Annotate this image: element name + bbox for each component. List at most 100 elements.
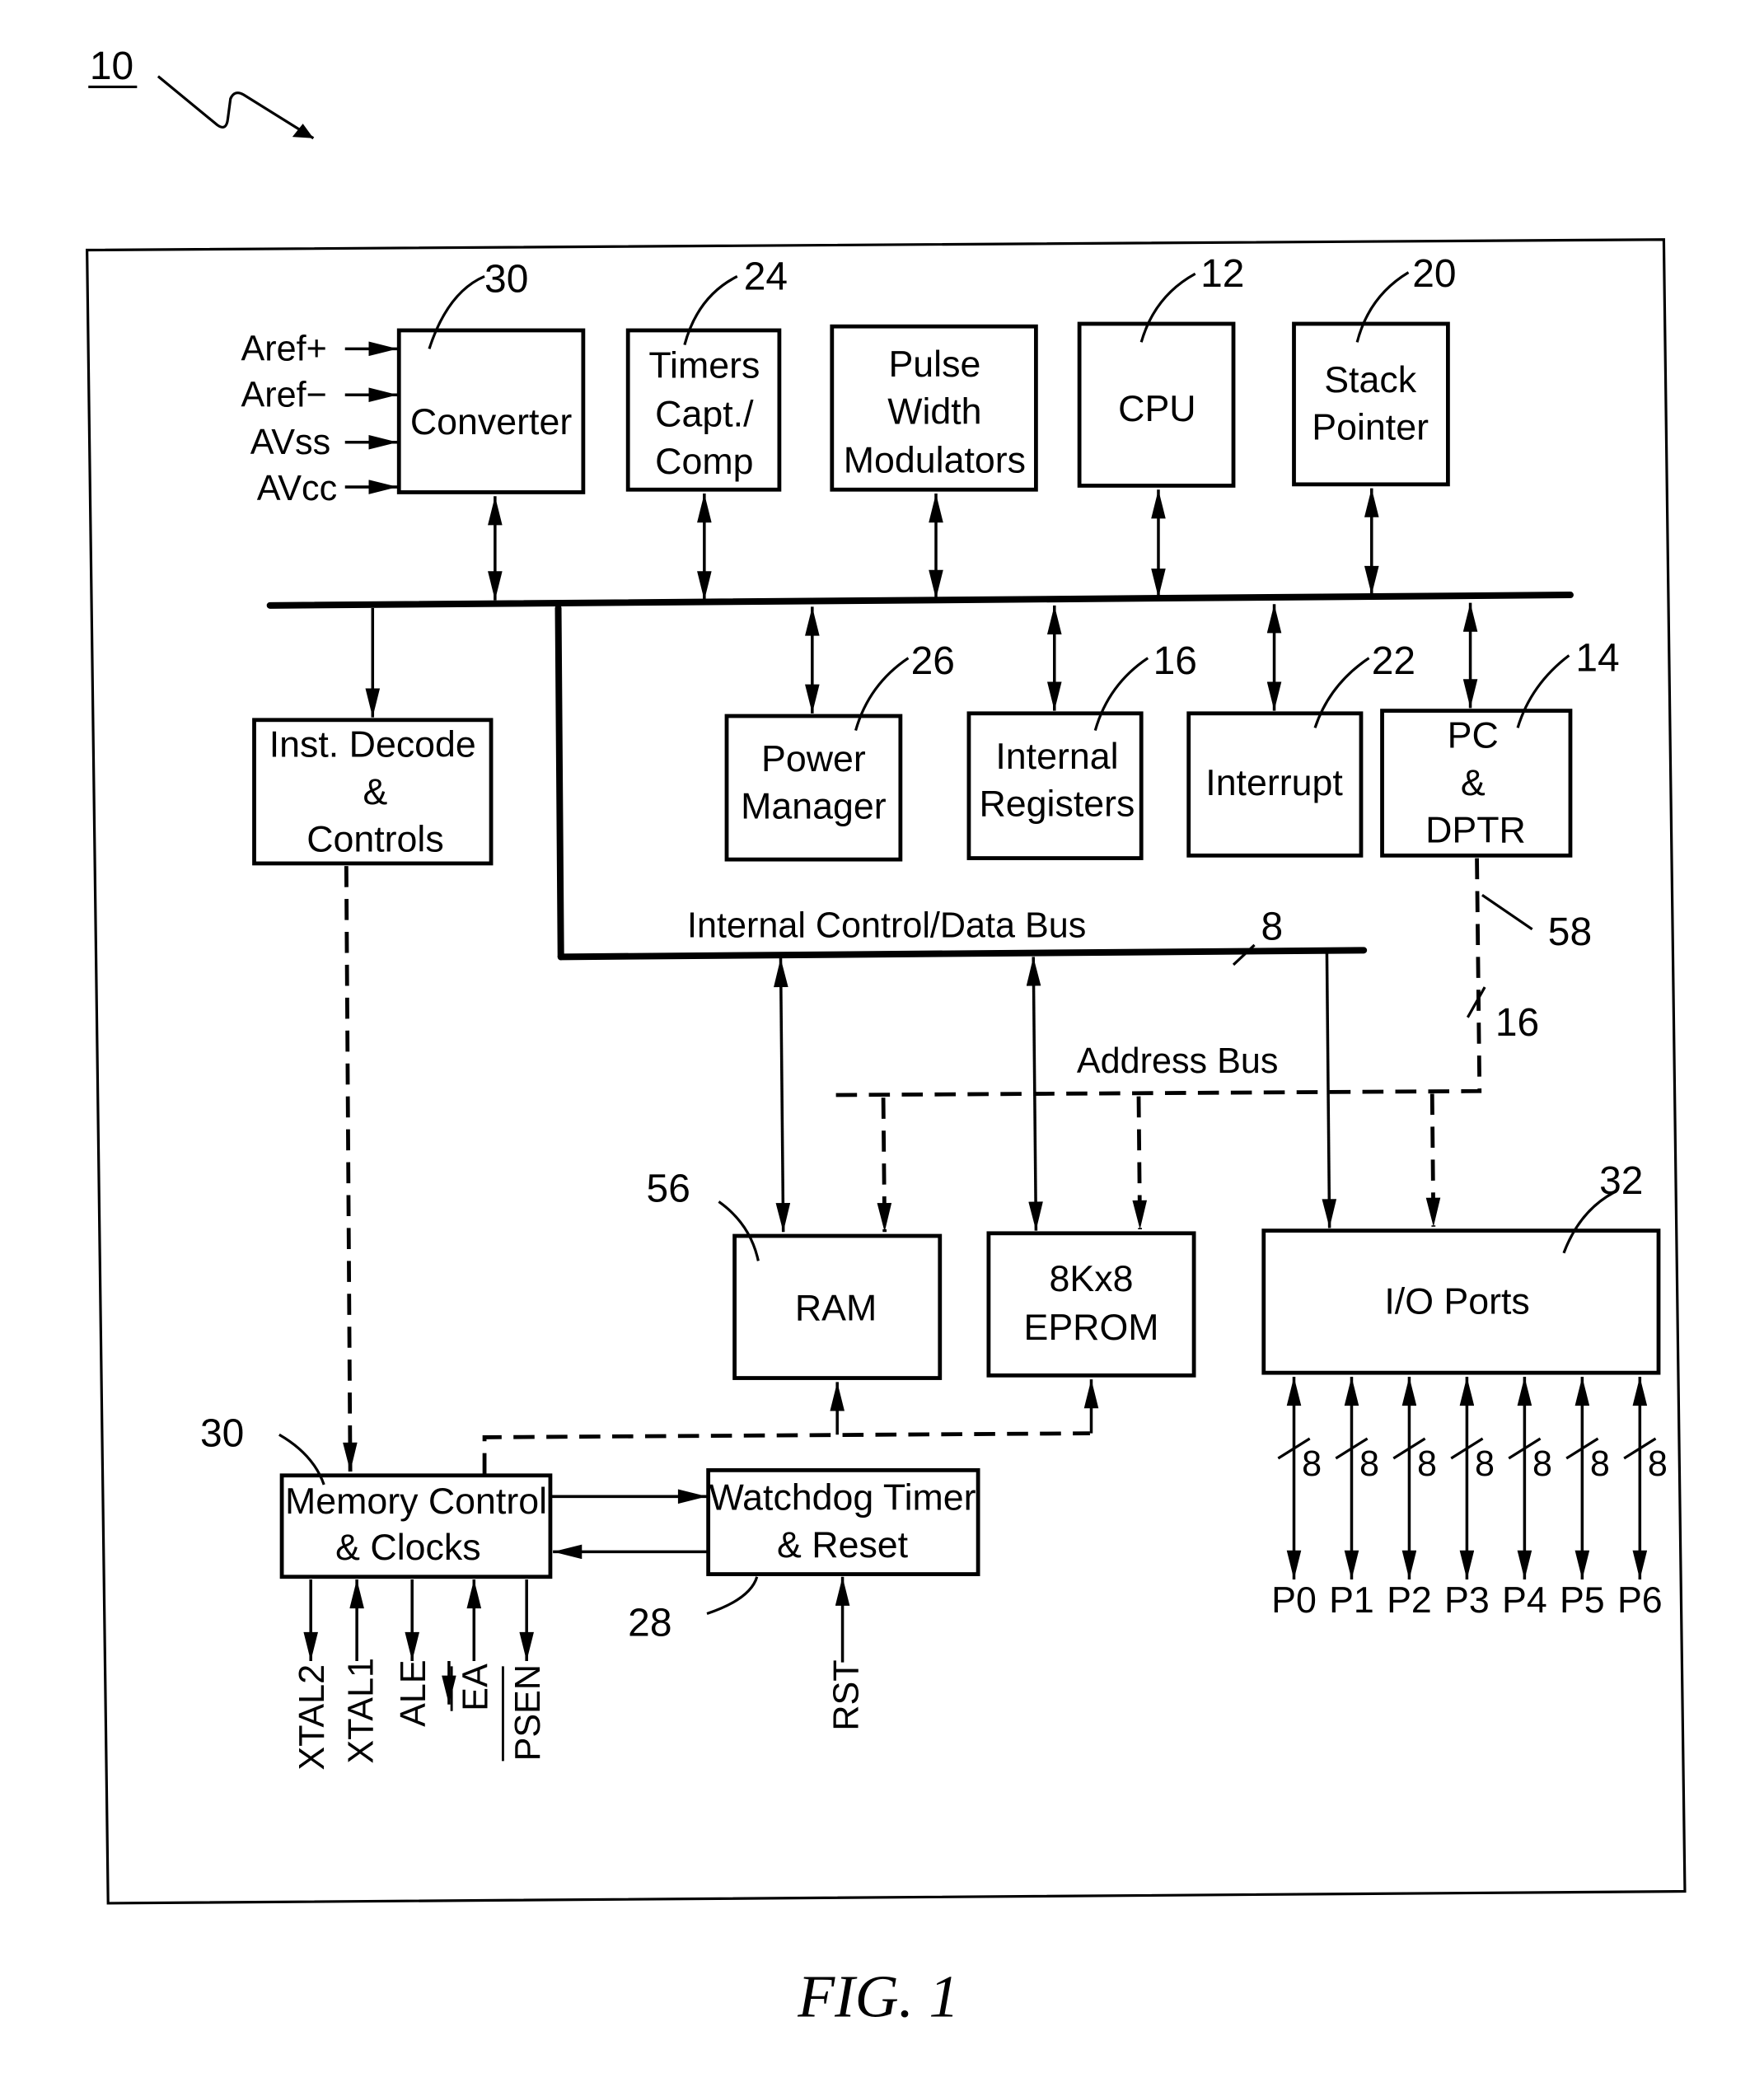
io-port-p5: 8 P5 — [1560, 1376, 1610, 1621]
svg-text:16: 16 — [1153, 639, 1197, 683]
svg-text:10: 10 — [90, 44, 133, 88]
svg-text:30: 30 — [200, 1412, 244, 1456]
svg-text:Stack: Stack — [1324, 360, 1416, 400]
svg-text:24: 24 — [744, 255, 788, 298]
io-port-p4: 8 P4 — [1502, 1376, 1552, 1621]
io-port-label: P4 — [1502, 1580, 1547, 1621]
svg-text:Aref+: Aref+ — [241, 330, 327, 369]
svg-text:PC: PC — [1448, 715, 1499, 756]
converter-block: Converter 30 — [396, 258, 586, 494]
svg-text:22: 22 — [1372, 639, 1415, 683]
svg-text:AVcc: AVcc — [257, 469, 337, 508]
eprom-block: 8Kx8 EPROM — [986, 1231, 1196, 1378]
svg-text:Pointer: Pointer — [1312, 408, 1429, 448]
svg-text:Converter: Converter — [410, 402, 572, 442]
io-port-width: 8 — [1590, 1444, 1610, 1484]
svg-text:Interrupt: Interrupt — [1205, 763, 1343, 803]
svg-text:Internal: Internal — [995, 737, 1118, 777]
io-port-lines: 8 P0 8 P1 8 P2 8 P3 8 P4 8 P5 8 P6 — [1271, 1376, 1668, 1621]
memctl-memory-link — [482, 1431, 1090, 1475]
io-port-p0: 8 P0 — [1271, 1376, 1322, 1621]
eprom-address-link — [1132, 1096, 1148, 1230]
svg-text:56: 56 — [647, 1167, 690, 1210]
pin-ale: ALE — [394, 1659, 433, 1727]
block-diagram: 10 Converter 30 Aref+ Aref− AVss AVcc Ti… — [86, 44, 1687, 2029]
svg-text:Modulators: Modulators — [844, 440, 1026, 480]
svg-text:14: 14 — [1575, 637, 1619, 681]
svg-text:Comp: Comp — [655, 442, 753, 482]
io-port-width: 8 — [1302, 1444, 1322, 1484]
address-bus-label: Address Bus — [1077, 1041, 1279, 1081]
svg-text:26: 26 — [911, 639, 955, 683]
svg-text:Memory Control: Memory Control — [285, 1481, 547, 1522]
svg-text:Controls: Controls — [306, 820, 444, 860]
io-port-label: P1 — [1329, 1580, 1374, 1621]
io-port-label: P6 — [1617, 1580, 1663, 1621]
io-data-link — [1322, 952, 1337, 1228]
cpu-block: CPU 12 — [1077, 252, 1244, 488]
converter-inputs: Aref+ Aref− AVss AVcc — [241, 330, 398, 508]
svg-text:28: 28 — [628, 1602, 671, 1645]
io-port-p3: 8 P3 — [1444, 1376, 1495, 1621]
pin-xtal1: XTAL1 — [341, 1658, 381, 1764]
svg-text:DPTR: DPTR — [1425, 810, 1526, 850]
svg-text:Inst. Decode: Inst. Decode — [269, 725, 476, 765]
figure-caption: FIG. 1 — [797, 1963, 959, 2029]
svg-text:8Kx8: 8Kx8 — [1050, 1259, 1134, 1299]
stack-pointer-block: Stack Pointer 20 — [1292, 252, 1457, 487]
pin-psen: PSEN — [508, 1664, 548, 1761]
decode-to-memctl-link — [343, 866, 358, 1472]
svg-text:Timers: Timers — [648, 345, 760, 386]
svg-text:Pulse: Pulse — [888, 344, 980, 385]
io-port-width: 8 — [1359, 1444, 1379, 1484]
io-port-label: P0 — [1271, 1580, 1317, 1621]
ram-block: RAM 56 — [647, 1167, 943, 1380]
svg-text:Registers: Registers — [980, 784, 1135, 824]
svg-text:CPU: CPU — [1118, 389, 1195, 429]
internal-bus-label: Internal Control/Data Bus — [687, 905, 1086, 945]
power-manager-block: Power Manager 26 — [724, 639, 955, 862]
io-port-label: P5 — [1560, 1580, 1605, 1621]
svg-text:Aref−: Aref− — [241, 376, 327, 415]
io-port-label: P2 — [1387, 1580, 1432, 1621]
io-port-width: 8 — [1532, 1444, 1552, 1484]
svg-text:Capt./: Capt./ — [655, 395, 754, 435]
svg-text:Manager: Manager — [741, 787, 887, 827]
memory-control-pin-labels: XTAL2 XTAL1 ALE EA PSEN — [292, 1658, 548, 1771]
ram-data-link — [774, 957, 791, 1233]
internal-bus-riser — [554, 605, 564, 961]
internal-registers-block: Internal Registers 16 — [966, 639, 1197, 860]
svg-text:&: & — [363, 772, 388, 812]
pwm-block: Pulse Width Modulators — [830, 324, 1038, 492]
timers-block: Timers Capt./ Comp 24 — [625, 255, 788, 492]
io-port-p1: 8 P1 — [1329, 1376, 1379, 1621]
svg-text:32: 32 — [1599, 1159, 1643, 1203]
svg-text:12: 12 — [1200, 252, 1244, 296]
io-ports-block: I/O Ports 32 — [1261, 1159, 1661, 1375]
svg-text:&: & — [1461, 763, 1486, 803]
io-port-p2: 8 P2 — [1387, 1376, 1437, 1621]
svg-text:Power: Power — [761, 739, 866, 779]
svg-text:RAM: RAM — [795, 1288, 877, 1328]
internal-bus-ref: 8 — [1261, 905, 1284, 949]
ram-address-link — [877, 1097, 892, 1233]
io-port-width: 8 — [1417, 1444, 1437, 1484]
svg-text:& Clocks: & Clocks — [335, 1528, 480, 1568]
svg-text:30: 30 — [484, 258, 528, 302]
io-port-p6: 8 P6 — [1617, 1376, 1668, 1621]
pin-xtal2: XTAL2 — [292, 1664, 332, 1771]
svg-text:I/O Ports: I/O Ports — [1384, 1281, 1529, 1322]
address-bus-ref: 58 — [1548, 910, 1592, 954]
svg-text:Watchdog Timer: Watchdog Timer — [709, 1477, 976, 1518]
figure-ref: 10 — [88, 44, 315, 140]
inst-decode-block: Inst. Decode & Controls — [252, 718, 494, 866]
pc-dptr-block: PC & DPTR 14 — [1380, 637, 1620, 858]
io-port-label: P3 — [1444, 1580, 1490, 1621]
io-port-width: 8 — [1648, 1444, 1668, 1484]
pin-rst: RST — [827, 1659, 867, 1730]
svg-text:Width: Width — [887, 391, 981, 432]
svg-text:20: 20 — [1412, 252, 1456, 296]
svg-text:& Reset: & Reset — [777, 1525, 909, 1565]
pin-ea: EA — [456, 1664, 495, 1711]
main-bus — [266, 592, 1574, 609]
